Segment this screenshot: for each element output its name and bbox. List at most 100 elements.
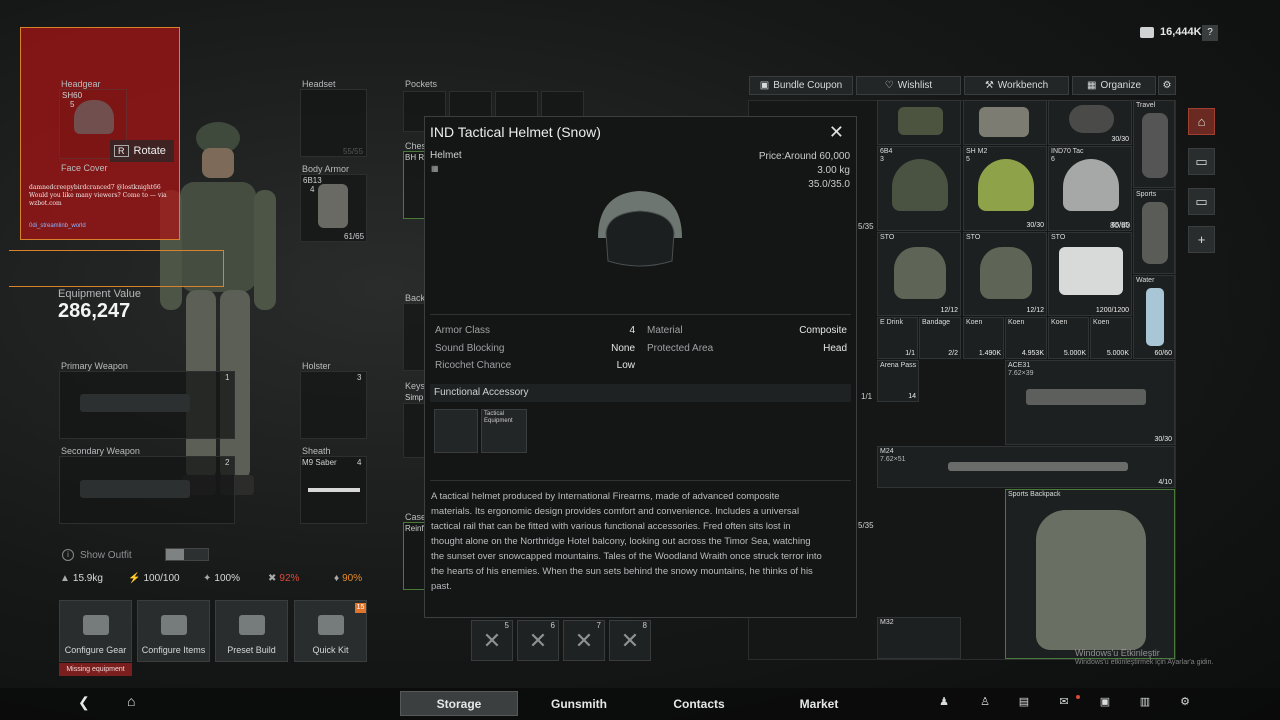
stat-weight: ▲ 15.9kg	[60, 573, 103, 584]
body-armor-model: 6B13	[303, 176, 322, 185]
headset-durability: 55/55	[343, 147, 364, 156]
friends-icon[interactable]: ♙	[977, 695, 993, 709]
secondary-weapon-label: Secondary Weapon	[61, 446, 140, 456]
currency-icon	[1140, 27, 1154, 38]
tab-contacts[interactable]: Contacts	[640, 691, 758, 716]
bundle-coupon-button[interactable]: ▣ Bundle Coupon	[749, 76, 853, 95]
storage-item-koen-4[interactable]: Koen 5.000K	[1090, 317, 1132, 359]
storage-item-sports[interactable]: Sports	[1133, 189, 1175, 274]
secondary-weapon-num: 2	[225, 458, 230, 467]
configure-gear-button[interactable]: Configure Gear	[59, 600, 132, 662]
storage-count-65: 80/80	[1110, 221, 1131, 230]
mail-icon[interactable]: ✉	[1056, 695, 1072, 709]
quick-slot-6[interactable]: ✕ 6	[517, 620, 559, 661]
functional-accessory-header: Functional Accessory	[430, 384, 851, 402]
storage-item-bandage[interactable]: Bandage 2/2	[919, 317, 961, 359]
headgear-label: Headgear	[61, 79, 101, 89]
storage-item-arena-pass[interactable]: Arena Pass 14	[877, 360, 919, 402]
currency-amount: 16,444K	[1160, 26, 1202, 38]
gear-icon: ⚙	[1162, 80, 1172, 91]
headgear-model: SH60	[62, 91, 83, 100]
shop-icon[interactable]: ▣	[1097, 695, 1113, 709]
storage-item-top-1[interactable]	[877, 100, 961, 145]
storage-item-ace31[interactable]: ACE31 7.62×39 30/30	[1005, 360, 1175, 445]
preset-build-button[interactable]: Preset Build	[215, 600, 288, 662]
storage-item-sh-m2[interactable]: SH M2 5 30/30	[963, 146, 1047, 231]
stats-right: Material Composite Protected Area Head	[647, 322, 847, 357]
item-weight: 3.00 kg	[817, 165, 850, 176]
tab-storage[interactable]: Storage	[400, 691, 518, 716]
storage-item-top-3[interactable]: 30/30	[1048, 100, 1132, 145]
windows-activate-title: Windows'u Etkinleştir	[1075, 648, 1160, 658]
storage-item-m32[interactable]: M32	[877, 617, 961, 659]
quick-slot-5[interactable]: ✕ 5	[471, 620, 513, 661]
home-icon[interactable]: ⌂	[127, 693, 135, 709]
storage-item-m24[interactable]: M24 7.62×51 4/10	[877, 446, 1175, 488]
storage-item-travel[interactable]: Travel	[1133, 100, 1175, 188]
storage-item-sto-1[interactable]: STO 12/12	[877, 232, 961, 316]
back-arrow-icon[interactable]: ❮	[78, 694, 90, 711]
storage-tab-3[interactable]: ▭	[1188, 188, 1215, 215]
add-storage-button[interactable]: +	[1188, 226, 1215, 253]
tab-gunsmith[interactable]: Gunsmith	[520, 691, 638, 716]
close-icon[interactable]: ✕	[829, 122, 844, 143]
organize-button[interactable]: ▦ Organize	[1072, 76, 1156, 95]
storage-tab-active[interactable]: ⌂	[1188, 108, 1215, 135]
tab-market[interactable]: Market	[760, 691, 878, 716]
squad-icon[interactable]: ♟	[936, 695, 952, 709]
equipment-value: 286,247	[58, 300, 131, 322]
settings-gear-button[interactable]: ⚙	[1158, 76, 1176, 95]
accessory-slot-1[interactable]	[434, 409, 478, 453]
helmet-preview-image	[588, 183, 692, 273]
storage-item-koen-3[interactable]: Koen 5.000K	[1048, 317, 1089, 359]
holster-label: Holster	[302, 361, 331, 371]
case-label: Case	[405, 512, 427, 522]
stat-stamina: ✦ 100%	[203, 573, 240, 584]
storage-item-sto-2[interactable]: STO 12/12	[963, 232, 1047, 316]
body-armor-durability: 61/65	[344, 232, 365, 241]
configure-items-button[interactable]: Configure Items	[137, 600, 210, 662]
hydration-icon: ♦	[334, 573, 340, 584]
help-button[interactable]: ?	[1202, 25, 1218, 41]
backpack-label: Back	[405, 293, 426, 303]
storage-item-6b4[interactable]: 6B4 3	[877, 146, 961, 231]
quick-slot-8[interactable]: ✕ 8	[609, 620, 651, 661]
storage-item-koen-2[interactable]: Koen 4.953K	[1005, 317, 1047, 359]
workbench-button[interactable]: ⚒ Workbench	[964, 76, 1069, 95]
accessory-slot-tactical[interactable]: Tactical Equipment	[481, 409, 527, 453]
chat-icon[interactable]: ▤	[1016, 695, 1032, 709]
notes-icon[interactable]: ▥	[1137, 695, 1153, 709]
storage-item-ind70[interactable]: IND70 Tac 6 65/65	[1048, 146, 1132, 231]
sheath-model: M9 Saber	[302, 458, 337, 467]
wishlist-button[interactable]: ♡ Wishlist	[856, 76, 961, 95]
storage-tab-2[interactable]: ▭	[1188, 148, 1215, 175]
sheath-num: 4	[357, 458, 362, 467]
item-detail-panel: IND Tactical Helmet (Snow) ✕ Helmet ▦ Pr…	[424, 116, 857, 618]
settings-icon[interactable]: ⚙	[1177, 695, 1193, 709]
missing-equipment-label: Missing equipment	[59, 663, 132, 676]
storage-item-sports-backpack[interactable]: Sports Backpack	[1005, 489, 1175, 659]
organize-icon: ▦	[1086, 80, 1097, 91]
item-category: Helmet	[430, 150, 462, 161]
primary-weapon-label: Primary Weapon	[61, 361, 128, 371]
wrench-icon: ⚒	[984, 80, 994, 91]
quick-slot-7[interactable]: ✕ 7	[563, 620, 605, 661]
rifle-silhouette-icon	[80, 480, 190, 498]
storage-item-koen-1[interactable]: Koen 1.490K	[963, 317, 1004, 359]
stat-material: Material Composite	[647, 325, 847, 337]
storage-item-top-2[interactable]	[963, 100, 1047, 145]
headset-label: Headset	[302, 79, 336, 89]
key-slot[interactable]	[403, 403, 425, 458]
preset-icon	[238, 615, 265, 635]
pockets-label: Pockets	[405, 79, 438, 89]
weight-icon: ▲	[60, 573, 70, 584]
keys-model: Simp	[405, 393, 424, 402]
show-outfit-toggle[interactable]	[165, 548, 209, 561]
backpack-slot[interactable]	[403, 303, 425, 371]
item-description: A tactical helmet produced by Internatio…	[431, 491, 822, 592]
storage-item-sto-3[interactable]: STO 1200/1200	[1048, 232, 1132, 316]
storage-item-water[interactable]: Water 60/60	[1133, 275, 1175, 359]
storage-item-edrink[interactable]: E Drink 1/1	[877, 317, 918, 359]
rifle-icon	[82, 615, 109, 635]
bundle-icon: ▣	[759, 80, 770, 91]
